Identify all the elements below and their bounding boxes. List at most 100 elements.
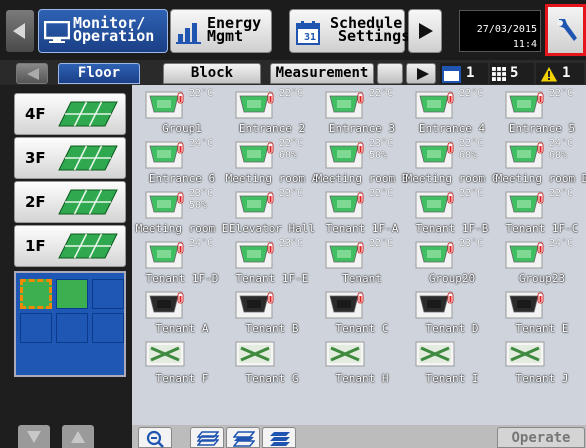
tab-dropdown-button[interactable] — [377, 63, 403, 84]
unit-temperature: 24°C — [189, 238, 214, 249]
bar-chart-icon — [176, 23, 201, 44]
unit-temperature: 22°C — [459, 88, 484, 99]
tab-block[interactable]: Block — [163, 63, 261, 84]
indoor-unit-icon — [325, 191, 364, 219]
floor-button-2[interactable]: 2F — [14, 181, 126, 223]
indoor-unit-tile[interactable]: 23°C 50% Meeting room B — [316, 138, 409, 188]
unit-name: Tenant H — [335, 372, 389, 385]
indoor-unit-tile[interactable]: Tenant D — [408, 288, 498, 338]
indoor-unit-tile[interactable]: 24°C Tenant 1F-D — [138, 238, 228, 288]
indoor-unit-tile[interactable]: 22°C 60% Meeting room A — [226, 138, 319, 188]
unit-name: Elevator Hall — [228, 222, 316, 235]
indoor-unit-tile[interactable]: 22°C Tenant 1F-B — [408, 188, 498, 238]
unit-name: Tenant F — [155, 372, 209, 385]
energy-mgmt-button[interactable]: Energy Mgmt — [170, 9, 272, 53]
floor-button-1[interactable]: 3F — [14, 137, 126, 179]
indoor-unit-icon — [505, 91, 544, 119]
grid-counter[interactable]: 5 — [490, 63, 534, 84]
block-tile-1[interactable] — [20, 279, 52, 309]
indoor-unit-tile[interactable]: Tenant I — [408, 338, 498, 388]
settings-wrench-button[interactable] — [545, 4, 586, 56]
layers-outline-icon — [197, 431, 219, 446]
unit-name: Tenant 1F-E — [235, 272, 309, 285]
scroll-down-button[interactable] — [18, 425, 50, 448]
unit-name: Tenant 1F-A — [325, 222, 399, 235]
unit-name: Entrance 5 — [508, 122, 576, 135]
indoor-unit-tile[interactable]: 22°C 60% Meeting room C — [406, 138, 499, 188]
unit-name: Entrance 6 — [148, 172, 216, 185]
indoor-unit-icon — [505, 191, 544, 219]
indoor-unit-tile[interactable]: Tenant A — [138, 288, 228, 338]
monitor-operation-button[interactable]: Monitor/ Operation — [38, 9, 168, 53]
indoor-unit-off-icon — [325, 291, 364, 319]
tab-floor[interactable]: Floor — [58, 63, 140, 84]
indoor-unit-tile[interactable]: Tenant G — [228, 338, 318, 388]
unit-name: Tenant G — [245, 372, 299, 385]
indoor-unit-tile[interactable]: 22°C Entrance 3 — [318, 88, 408, 138]
indoor-unit-off-icon — [505, 291, 544, 319]
unit-name: Tenant J — [515, 372, 569, 385]
indoor-unit-off-icon — [145, 291, 184, 319]
zoom-out-button[interactable] — [138, 427, 172, 448]
indoor-unit-tile[interactable]: 22°C Entrance 5 — [498, 88, 586, 138]
indoor-unit-tile[interactable]: Tenant J — [498, 338, 586, 388]
floor-button-0[interactable]: 4F — [14, 93, 126, 135]
unit-name: Group23 — [518, 272, 566, 285]
tab-prev-button[interactable] — [16, 63, 48, 84]
schedule-counter[interactable]: 1 — [440, 63, 488, 84]
indoor-unit-tile[interactable]: Tenant C — [318, 288, 408, 338]
indoor-unit-tile[interactable]: 22°C Entrance 4 — [408, 88, 498, 138]
block-tile-2[interactable] — [56, 279, 88, 309]
unit-name: Tenant A — [155, 322, 209, 335]
block-tile-3[interactable] — [92, 279, 124, 309]
indoor-unit-tile[interactable]: Tenant H — [318, 338, 408, 388]
indoor-unit-tile[interactable]: 24°C Group23 — [498, 238, 586, 288]
prev-menu-button[interactable] — [6, 10, 34, 52]
indoor-unit-tile[interactable]: 23°C Elevator Hall — [228, 188, 318, 238]
indoor-unit-tile[interactable]: 23°C 50% Meeting room E — [136, 188, 229, 238]
unit-humidity: 50% — [189, 200, 208, 211]
tab-next-button[interactable] — [406, 63, 436, 84]
floor-label: 3F — [25, 149, 46, 167]
layer-view-1-button[interactable] — [190, 427, 224, 448]
arrow-right-icon — [417, 68, 429, 80]
layers-filled-icon — [270, 432, 290, 446]
indoor-unit-tile[interactable]: 24°C 60% Meeting room D — [496, 138, 586, 188]
layer-view-3-button[interactable] — [262, 427, 296, 448]
unit-humidity: 50% — [369, 150, 388, 161]
unit-grid: 22°C Group1 22°C Entrance 2 22°C Entrance 3 22… — [132, 85, 586, 425]
ventilator-icon — [145, 341, 185, 367]
indoor-unit-tile[interactable]: 22°C Group1 — [138, 88, 228, 138]
indoor-unit-tile[interactable]: Tenant E — [498, 288, 586, 338]
schedule-settings-button[interactable]: 31 Schedule Settings — [289, 9, 410, 53]
alert-counter[interactable]: 1 — [536, 63, 584, 84]
unit-temperature: 23°C — [279, 238, 304, 249]
indoor-unit-tile[interactable]: 22°C Tenant 1F-C — [498, 188, 586, 238]
indoor-unit-tile[interactable]: 22°C Tenant — [318, 238, 408, 288]
scroll-up-button[interactable] — [62, 425, 94, 448]
unit-name: Tenant — [342, 272, 382, 285]
operate-button[interactable]: Operate — [497, 427, 585, 448]
block-tile-4[interactable] — [20, 313, 52, 343]
next-menu-button[interactable] — [408, 9, 442, 53]
indoor-unit-tile[interactable]: 23°C Tenant 1F-E — [228, 238, 318, 288]
indoor-unit-tile[interactable]: 22°C Tenant 1F-A — [318, 188, 408, 238]
floor-block-map[interactable] — [14, 271, 126, 377]
layer-view-2-button[interactable] — [226, 427, 260, 448]
tab-measurement[interactable]: Measurement — [270, 63, 374, 84]
indoor-unit-tile[interactable]: 24°C Entrance 6 — [138, 138, 228, 188]
unit-name: Tenant 1F-B — [415, 222, 489, 235]
unit-temperature: 22°C — [189, 88, 214, 99]
indoor-unit-tile[interactable]: Tenant B — [228, 288, 318, 338]
indoor-unit-tile[interactable]: Tenant F — [138, 338, 228, 388]
block-tile-6[interactable] — [92, 313, 124, 343]
unit-temperature: 22°C — [459, 188, 484, 199]
indoor-unit-tile[interactable]: 23°C Group20 — [408, 238, 498, 288]
unit-name: Group20 — [428, 272, 476, 285]
unit-name: Tenant 1F-C — [505, 222, 579, 235]
grid-icon — [492, 67, 506, 81]
indoor-unit-tile[interactable]: 22°C Entrance 2 — [228, 88, 318, 138]
floor-button-3[interactable]: 1F — [14, 225, 126, 267]
schedule-label-line2: Settings — [338, 27, 411, 45]
block-tile-5[interactable] — [56, 313, 88, 343]
